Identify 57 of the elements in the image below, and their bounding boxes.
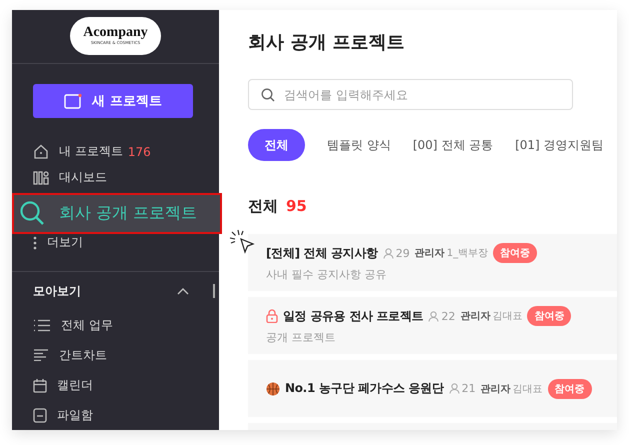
project-title: 일정 공유용 전사 프로젝트	[283, 308, 424, 324]
nav-item[interactable]: 내 프로젝트 176	[12, 138, 219, 165]
basketball-icon	[266, 382, 280, 396]
search-field[interactable]: 검색어를 입력해주세요	[248, 79, 573, 110]
nav-item[interactable]: 전체 업무	[12, 310, 219, 340]
scrollbar-thumb[interactable]	[213, 284, 215, 298]
file-box-icon	[33, 408, 47, 423]
list-icon	[33, 318, 51, 332]
tab[interactable]: 전체	[248, 129, 305, 161]
manager-label: 관리자	[480, 382, 511, 396]
section-title: 모아보기	[33, 282, 81, 300]
project-description: 공개 프로젝트	[266, 330, 336, 345]
nav-item[interactable]: 대시보드	[12, 164, 219, 191]
search-icon	[19, 200, 45, 226]
member-count: 29	[396, 246, 410, 260]
manager-label: 관리자	[414, 247, 445, 260]
nav-item[interactable]: 캘린더	[12, 370, 219, 400]
manager-name: 김대표	[512, 382, 543, 396]
home-icon	[33, 144, 49, 160]
search-icon	[261, 88, 275, 102]
folder-icon	[64, 92, 82, 109]
page-title: 회사 공개 프로젝트	[248, 32, 406, 54]
nav-item[interactable]: 파일함	[12, 400, 219, 430]
nav-item[interactable]: 간트차트	[12, 340, 219, 370]
gantt-icon	[33, 349, 49, 362]
project-card[interactable]: [전체] 전체 공지사항 29 관리자 1_백부장 참여중 사내 필수 공지사항 공유	[248, 234, 617, 291]
manager-name: 1_백부장	[446, 247, 488, 260]
tab[interactable]: [00] 전체 공통	[412, 129, 494, 161]
logo-name: Acompany	[83, 26, 148, 40]
more-icon	[33, 236, 37, 250]
person-icon	[448, 383, 460, 394]
project-title: No.1 농구단 페가수스 응원단	[285, 380, 444, 397]
lock-icon	[266, 309, 278, 323]
project-card[interactable]: 일정 공유용 전사 프로젝트 22 관리자 김대표 참여중 공개 프로젝트	[248, 297, 617, 354]
new-project-button[interactable]: 새 프로젝트	[33, 84, 193, 118]
member-count: 22	[441, 310, 456, 322]
total-label: 전체	[248, 196, 278, 216]
item-count: 176	[128, 144, 151, 159]
manager-label: 관리자	[460, 310, 490, 323]
person-icon	[382, 248, 394, 258]
project-description: 사내 필수 공지사항 공유	[266, 267, 388, 282]
tab[interactable]: [01] 경영지원팀	[515, 129, 604, 161]
manager-name: 김대표	[492, 310, 522, 323]
calendar-icon	[33, 378, 47, 393]
nav-item[interactable]: 더보기	[12, 234, 219, 252]
tab[interactable]: 템플릿 양식	[327, 129, 391, 161]
status-badge: 참여중	[548, 378, 592, 398]
status-badge: 참여중	[493, 243, 538, 263]
member-count: 21	[462, 382, 476, 395]
chevron-icon[interactable]	[177, 287, 189, 296]
total-count: 95	[286, 196, 307, 216]
project-card[interactable]: No.1 농구단 페가수스 응원단 21 관리자 김대표 참여중	[248, 360, 617, 417]
status-badge: 참여중	[527, 306, 572, 326]
person-icon	[428, 310, 440, 322]
nav-item[interactable]: 회사 공개 프로젝트	[12, 192, 222, 234]
dashboard-icon	[33, 170, 49, 185]
project-title: [전체] 전체 공지사항	[266, 244, 378, 262]
